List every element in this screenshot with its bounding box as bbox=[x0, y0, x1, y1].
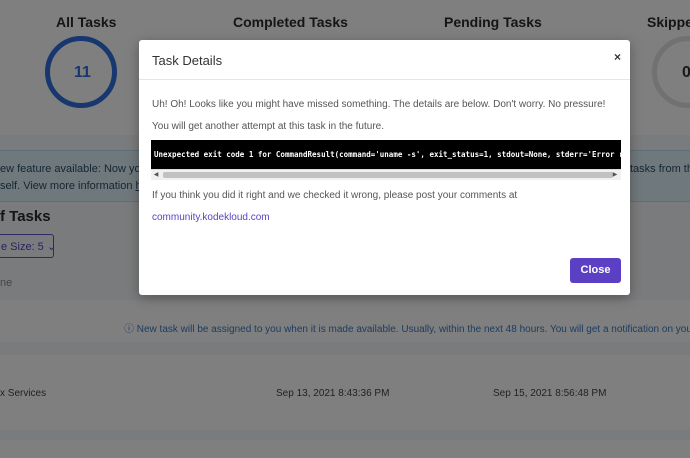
close-button[interactable]: Close bbox=[570, 258, 621, 283]
scrollbar-thumb[interactable] bbox=[163, 172, 613, 178]
scroll-left-icon[interactable]: ◀ bbox=[151, 170, 161, 180]
modal-message: Uh! Oh! Looks like you might have missed… bbox=[152, 99, 606, 132]
modal-divider bbox=[139, 79, 630, 80]
modal-title: Task Details bbox=[152, 53, 223, 68]
close-icon[interactable]: × bbox=[614, 50, 621, 64]
error-code-block[interactable]: Unexpected exit code 1 for CommandResult… bbox=[151, 140, 621, 180]
task-details-modal: Task Details × Uh! Oh! Looks like you mi… bbox=[139, 40, 630, 295]
horizontal-scrollbar[interactable]: ◀ ▶ bbox=[151, 169, 621, 180]
community-link[interactable]: community.kodekloud.com bbox=[152, 212, 270, 223]
modal-comment-text: If you think you did it right and we che… bbox=[152, 190, 518, 201]
scroll-right-icon[interactable]: ▶ bbox=[610, 170, 620, 180]
error-code-text: Unexpected exit code 1 for CommandResult… bbox=[154, 150, 621, 159]
